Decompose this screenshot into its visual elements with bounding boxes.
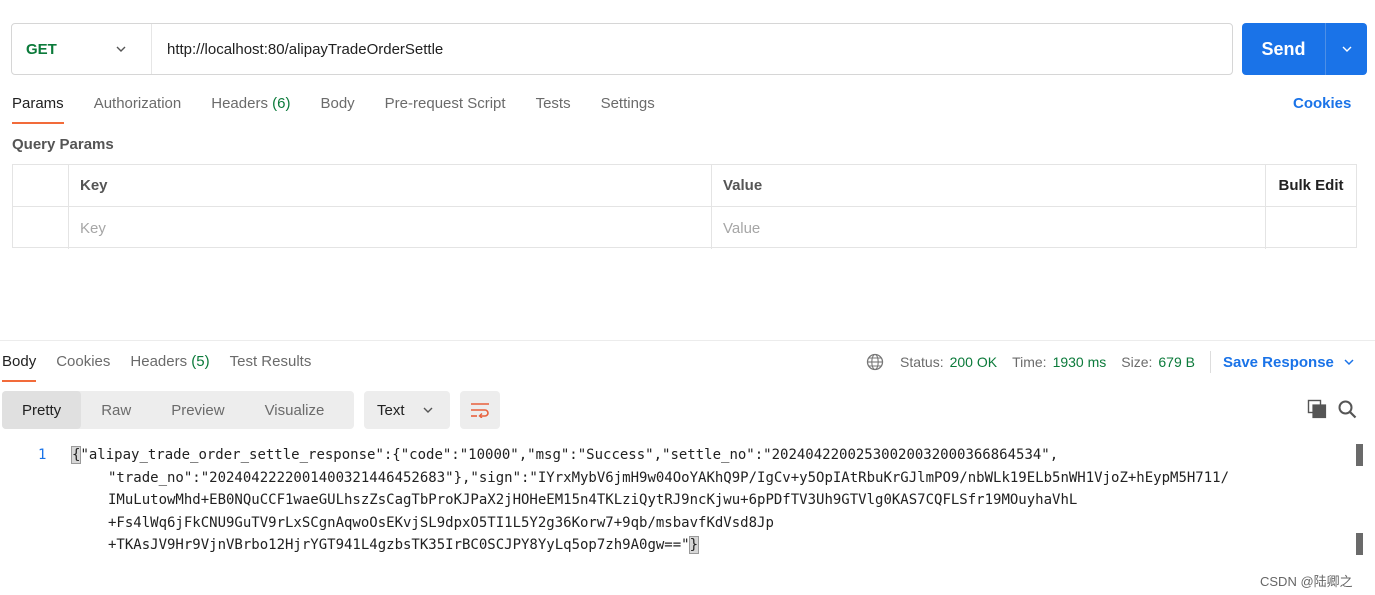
row-actions (1266, 207, 1356, 249)
bulk-edit-button[interactable]: Bulk Edit (1266, 165, 1356, 206)
send-options-button[interactable] (1326, 23, 1367, 75)
tab-label: Tests (535, 95, 571, 112)
view-visualize[interactable]: Visualize (245, 391, 345, 429)
view-pretty[interactable]: Pretty (2, 391, 82, 429)
tab-label: Body (2, 353, 37, 370)
key-column-header: Key (69, 165, 712, 206)
tab-test-results[interactable]: Test Results (230, 352, 312, 382)
code-text: +TKAsJV9Hr9VjnVBrbo12HjrYGT941L4gzbsTK35… (108, 537, 690, 554)
response-meta: Status: 200 OK Time: 1930 ms Size: 679 B… (866, 351, 1354, 373)
value-input[interactable]: Value (712, 207, 1266, 249)
wrap-lines-button[interactable] (460, 391, 500, 429)
size-label: Size: (1121, 354, 1153, 370)
tab-pre-request-script[interactable]: Pre-request Script (385, 94, 506, 124)
code-text: "alipay_trade_order_settle_response":{"c… (80, 447, 1059, 463)
request-bar: GET http://localhost:80/alipayTradeOrder… (11, 23, 1233, 75)
status-value[interactable]: 200 OK (950, 354, 997, 370)
value-column-header: Value (712, 165, 1266, 206)
scrollbar-thumb[interactable] (1356, 533, 1363, 555)
line-number: 1 (38, 447, 47, 463)
tab-body[interactable]: Body (320, 94, 354, 124)
meta-divider (1209, 351, 1211, 373)
code-line: +Fs4lWq6jFkCNU9GuTV9rLxSCgnAqwoOsEKvjSL9… (108, 514, 774, 531)
view-mode-selector: Pretty Raw Preview Visualize (2, 391, 354, 429)
tab-tests[interactable]: Tests (536, 94, 571, 124)
scrollbar[interactable] (1355, 444, 1363, 595)
tab-label: Settings (600, 95, 655, 112)
tab-response-headers[interactable]: Headers (5) (130, 352, 209, 382)
tab-label: Pre-request Script (384, 95, 506, 112)
format-label: Text (377, 401, 405, 419)
url-input[interactable]: http://localhost:80/alipayTradeOrderSett… (152, 41, 443, 58)
tab-headers[interactable]: Headers (6) (211, 94, 290, 124)
key-input[interactable]: Key (69, 207, 712, 249)
size-value[interactable]: 679 B (1158, 354, 1195, 370)
tab-response-cookies[interactable]: Cookies (56, 352, 110, 382)
send-button[interactable]: Send (1242, 23, 1326, 75)
table-header-row: Key Value Bulk Edit (13, 165, 1356, 207)
chevron-down-icon (116, 46, 126, 52)
checkbox-column (13, 165, 69, 206)
time-label: Time: (1012, 354, 1047, 370)
save-response-label: Save Response (1222, 353, 1334, 371)
tab-count: (5) (191, 353, 210, 370)
query-params-title: Query Params (12, 136, 114, 153)
method-select[interactable]: GET (12, 24, 152, 74)
tab-label: Headers (211, 95, 268, 112)
section-divider (0, 340, 1375, 341)
search-icon[interactable] (1337, 399, 1357, 419)
table-row: Key Value (13, 207, 1356, 249)
tab-label: Headers (130, 353, 188, 370)
tab-label: Test Results (229, 353, 312, 370)
code-line: "trade_no":"2024042222001400321446452683… (108, 469, 1230, 486)
chevron-down-icon (1344, 359, 1354, 366)
method-label: GET (26, 40, 57, 58)
copy-icon[interactable] (1307, 399, 1327, 419)
tab-count: (6) (272, 95, 291, 112)
tab-label: Cookies (56, 353, 111, 370)
code-line: {"alipay_trade_order_settle_response":{"… (70, 444, 1059, 467)
tab-label: Params (12, 95, 64, 112)
tab-label: Authorization (93, 95, 182, 112)
response-tabs: Body Cookies Headers (5) Test Results (2, 352, 331, 382)
row-checkbox[interactable] (13, 207, 69, 249)
code-line: IMuLutowMhd+EB0NQuCCF1waeGULhszZsCagTbPr… (108, 492, 1078, 509)
tab-params[interactable]: Params (12, 94, 64, 124)
chevron-down-icon (423, 407, 433, 413)
chevron-down-icon (1342, 46, 1351, 52)
tab-settings[interactable]: Settings (601, 94, 655, 124)
params-table: Key Value Bulk Edit Key Value (12, 164, 1357, 249)
globe-icon[interactable] (866, 353, 884, 371)
view-preview[interactable]: Preview (151, 391, 244, 429)
send-button-group: Send (1242, 23, 1367, 75)
tab-label: Body (320, 95, 355, 112)
close-brace: } (688, 536, 700, 555)
code-line: +TKAsJV9Hr9VjnVBrbo12HjrYGT941L4gzbsTK35… (108, 534, 700, 557)
time-value[interactable]: 1930 ms (1053, 354, 1107, 370)
watermark: CSDN @陆卿之 (1260, 574, 1353, 589)
save-response-button[interactable]: Save Response (1223, 354, 1354, 371)
format-select[interactable]: Text (364, 391, 450, 429)
request-tabs: Params Authorization Headers (6) Body Pr… (12, 94, 685, 124)
cookies-link[interactable]: Cookies (1293, 95, 1351, 112)
scrollbar-thumb[interactable] (1356, 444, 1363, 466)
tab-response-body[interactable]: Body (2, 352, 37, 382)
tab-authorization[interactable]: Authorization (94, 94, 182, 124)
wrap-lines-icon (471, 403, 489, 418)
bulk-edit-label: Bulk Edit (1278, 177, 1344, 194)
status-label: Status: (900, 354, 944, 370)
view-raw[interactable]: Raw (81, 391, 151, 429)
